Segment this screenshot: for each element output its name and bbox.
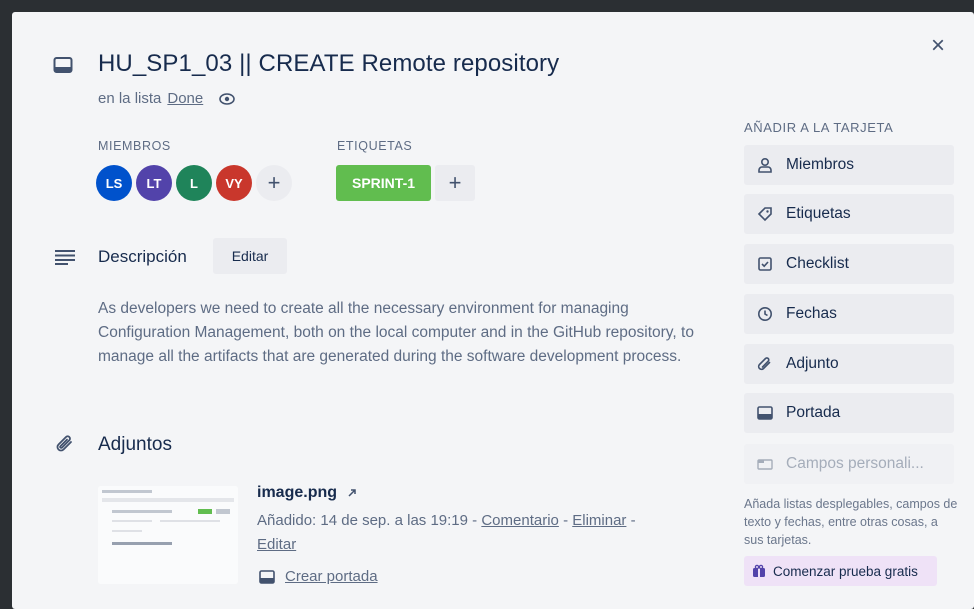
member-avatars: LS LT L VY +: [96, 165, 292, 201]
eye-icon[interactable]: [219, 91, 236, 107]
edit-description-button[interactable]: Editar: [213, 238, 287, 274]
sidebar-button-labels[interactable]: Etiquetas: [744, 194, 954, 234]
external-link-icon[interactable]: [347, 488, 357, 498]
add-member-button[interactable]: +: [256, 165, 292, 201]
card-icon: [52, 54, 74, 76]
description-title: Descripción: [98, 247, 187, 266]
add-label-button[interactable]: +: [435, 165, 476, 201]
cover-icon: [756, 404, 774, 422]
sidebar-button-label: Etiquetas: [786, 205, 851, 222]
attachment-meta: Añadido: 14 de sep. a las 19:19 - Coment…: [257, 509, 707, 557]
clock-icon: [756, 305, 774, 323]
tag-icon: [756, 205, 774, 223]
sidebar-button-label: Adjunto: [786, 355, 839, 372]
comment-link[interactable]: Comentario: [481, 512, 559, 529]
avatar[interactable]: VY: [216, 165, 252, 201]
custom-fields-icon: [756, 455, 774, 473]
sidebar-button-label: Miembros: [786, 156, 855, 173]
separator: -: [563, 512, 573, 529]
checklist-icon: [756, 255, 774, 273]
make-cover-row[interactable]: Crear portada: [259, 568, 378, 585]
person-icon: [756, 156, 774, 174]
description-text[interactable]: As developers we need to create all the …: [98, 297, 708, 369]
sidebar-button-checklist[interactable]: Checklist: [744, 244, 954, 284]
make-cover-link[interactable]: Crear portada: [285, 568, 378, 585]
avatar[interactable]: LT: [136, 165, 172, 201]
sidebar-button-cover[interactable]: Portada: [744, 393, 954, 433]
list-info: en la lista Done: [98, 90, 236, 107]
paperclip-icon: [756, 355, 774, 373]
label-chip[interactable]: SPRINT-1: [336, 165, 432, 201]
custom-fields-note: Añada listas desplegables, campos de tex…: [744, 497, 958, 547]
card-title[interactable]: HU_SP1_03 || CREATE Remote repository: [98, 50, 559, 78]
start-free-trial-button[interactable]: Comenzar prueba gratis: [744, 556, 937, 586]
sidebar-button-label: Checklist: [786, 255, 849, 272]
sidebar-button-attachment[interactable]: Adjunto: [744, 344, 954, 384]
edit-attachment-link[interactable]: Editar: [257, 536, 296, 553]
close-button[interactable]: ×: [924, 32, 952, 60]
sidebar-button-custom-fields[interactable]: Campos personali...: [744, 444, 954, 484]
attachment-thumbnail[interactable]: [98, 486, 238, 584]
avatar[interactable]: LS: [96, 165, 132, 201]
delete-link[interactable]: Eliminar: [572, 512, 626, 529]
paperclip-icon: [54, 433, 76, 455]
sidebar-button-members[interactable]: Miembros: [744, 145, 954, 185]
attachment-name-row: image.png: [257, 484, 357, 502]
avatar[interactable]: L: [176, 165, 212, 201]
members-label: MIEMBROS: [98, 139, 171, 153]
list-link[interactable]: Done: [167, 90, 203, 107]
attachments-title: Adjuntos: [98, 434, 172, 455]
gift-icon: [752, 564, 766, 578]
sidebar-button-dates[interactable]: Fechas: [744, 294, 954, 334]
attachment-name[interactable]: image.png: [257, 484, 337, 502]
labels-label: ETIQUETAS: [337, 139, 413, 153]
attachment-added: Añadido: 14 de sep. a las 19:19: [257, 512, 468, 529]
sidebar-button-label: Fechas: [786, 305, 837, 322]
cover-icon: [259, 569, 275, 584]
in-list-prefix: en la lista: [98, 90, 162, 107]
sidebar-button-label: Portada: [786, 404, 841, 421]
label-list: SPRINT-1 +: [336, 165, 476, 201]
sidebar-button-label: Campos personali...: [786, 455, 924, 472]
description-icon: [54, 248, 76, 266]
add-to-card-heading: AÑADIR A LA TARJETA: [744, 120, 894, 135]
separator: -: [630, 512, 636, 529]
trial-label: Comenzar prueba gratis: [773, 563, 918, 579]
separator: -: [472, 512, 482, 529]
